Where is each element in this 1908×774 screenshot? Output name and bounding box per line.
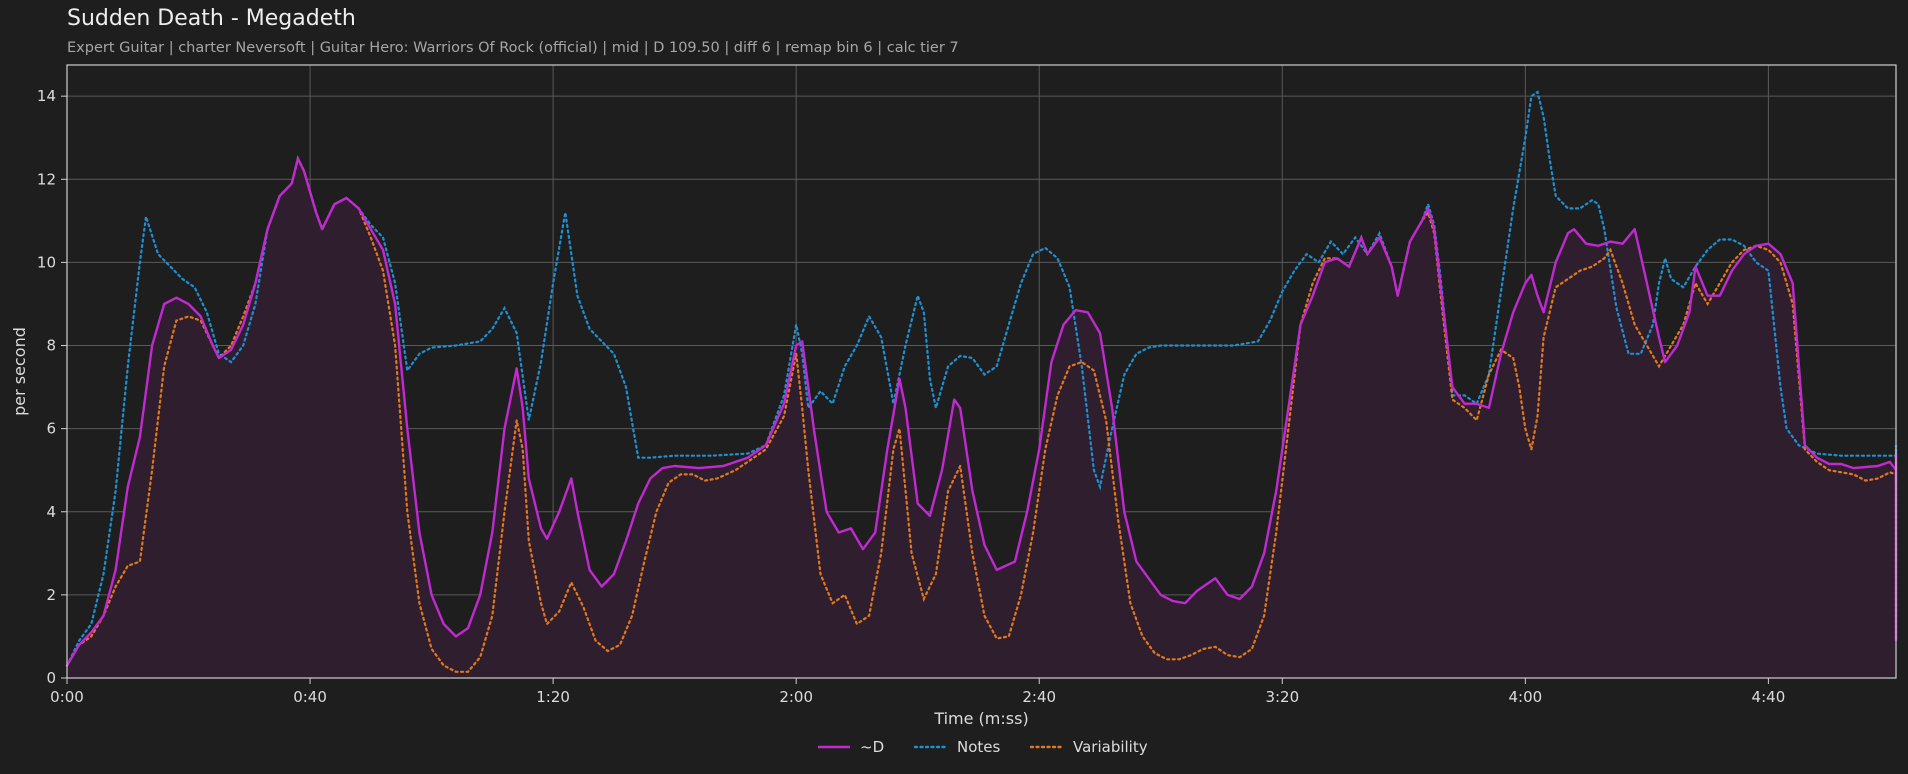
x-axis-label: Time (m:ss) bbox=[933, 709, 1028, 728]
legend: ~D Notes Variability bbox=[818, 738, 1148, 756]
y-tick-label: 0 bbox=[46, 669, 56, 687]
x-tick-label: 2:00 bbox=[779, 688, 813, 706]
x-tick-label: 3:20 bbox=[1265, 688, 1299, 706]
y-tick-label: 8 bbox=[46, 337, 56, 355]
x-tick-label: 0:00 bbox=[50, 688, 84, 706]
y-tick-label: 14 bbox=[37, 87, 56, 105]
x-tick-label: 2:40 bbox=[1022, 688, 1056, 706]
y-tick-label: 2 bbox=[46, 586, 56, 604]
x-tick-label: 4:00 bbox=[1508, 688, 1542, 706]
y-tick-label: 12 bbox=[37, 170, 56, 188]
y-tick-label: 10 bbox=[37, 253, 56, 271]
y-axis-label: per second bbox=[10, 327, 29, 416]
y-tick-label: 6 bbox=[46, 420, 56, 438]
x-tick-label: 0:40 bbox=[293, 688, 327, 706]
y-tick-label: 4 bbox=[46, 503, 56, 521]
legend-label: Variability bbox=[1073, 738, 1148, 756]
legend-label: ~D bbox=[860, 738, 884, 756]
x-tick-label: 1:20 bbox=[536, 688, 570, 706]
legend-label: Notes bbox=[957, 738, 1001, 756]
x-tick-label: 4:40 bbox=[1752, 688, 1786, 706]
chart-canvas: 0:00 0:40 1:20 2:00 2:40 3:20 4:00 4:40 0 2 4 6 8 10 1… bbox=[10, 64, 1898, 756]
